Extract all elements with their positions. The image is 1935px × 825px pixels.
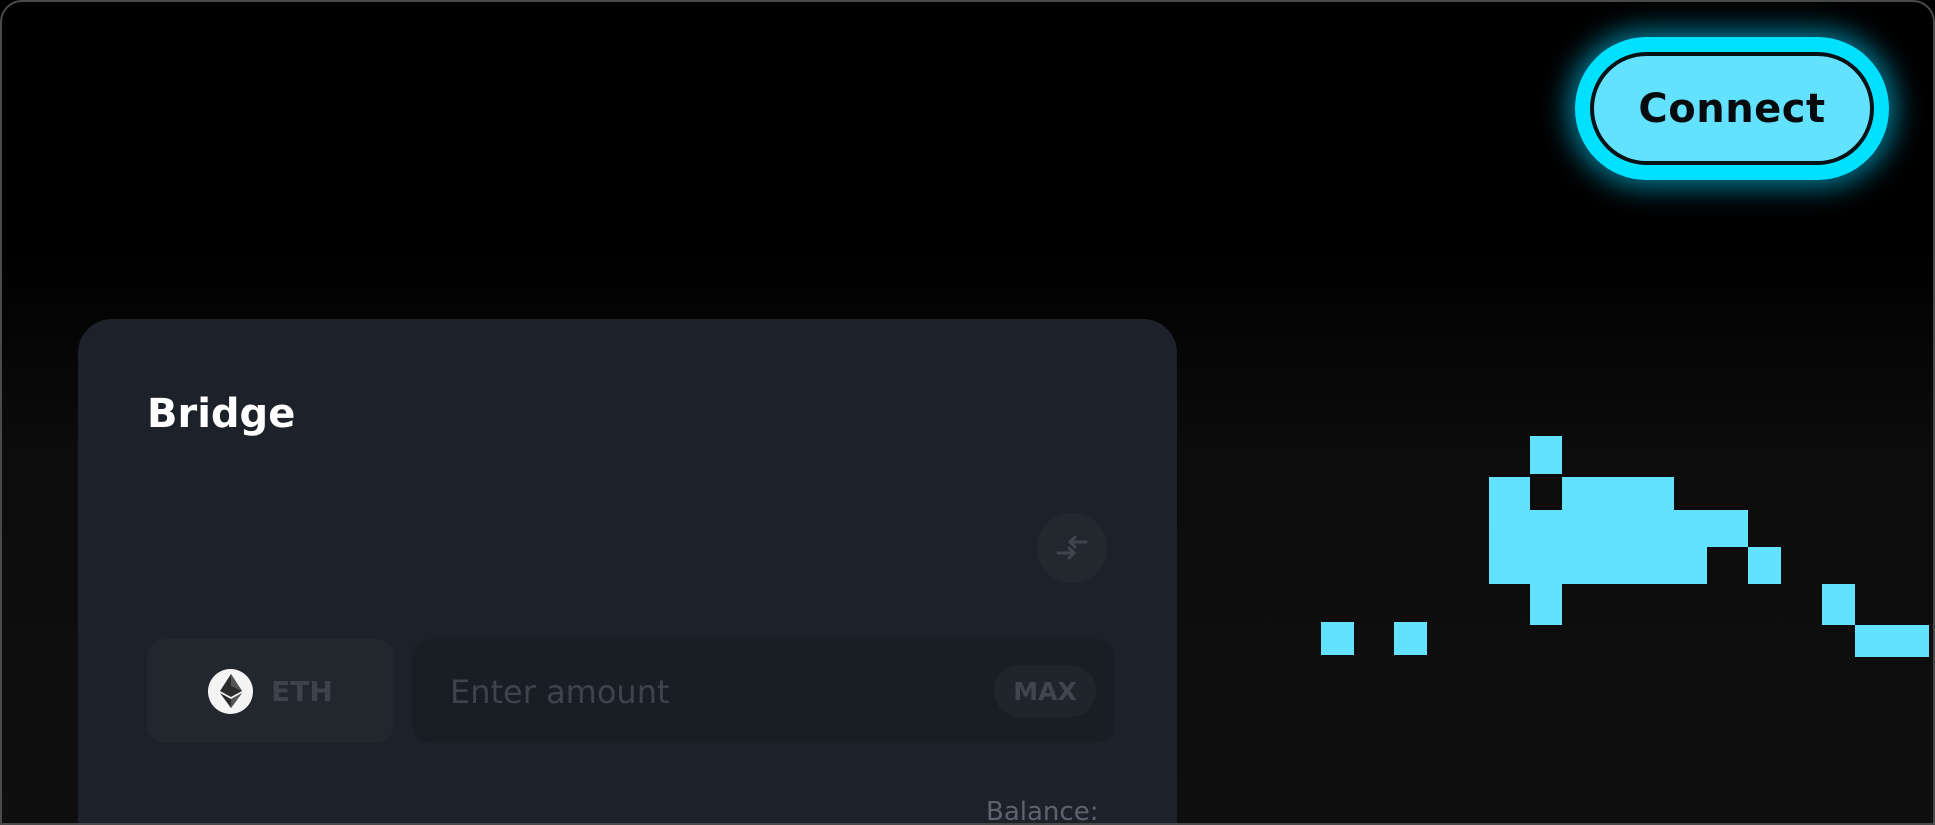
bridge-title: Bridge <box>147 391 296 437</box>
max-button[interactable]: MAX <box>994 665 1096 717</box>
app-page: Connect Bridge ETH Enter amount MAX Bala… <box>0 0 1935 825</box>
pixel-block <box>1562 477 1602 510</box>
swap-arrows-icon <box>1056 536 1088 560</box>
bridge-card: Bridge ETH Enter amount MAX Balance: <box>78 319 1177 825</box>
token-symbol: ETH <box>271 674 333 708</box>
pixel-block <box>1855 625 1929 657</box>
pixel-block <box>1530 436 1562 474</box>
ethereum-icon <box>208 668 254 714</box>
balance-label: Balance: <box>986 797 1099 825</box>
token-selector[interactable]: ETH <box>147 639 394 743</box>
pixel-block <box>1748 547 1781 584</box>
pixel-block <box>1394 622 1427 655</box>
amount-input[interactable] <box>448 639 972 745</box>
pixel-block <box>1822 584 1855 625</box>
pixel-block <box>1489 510 1707 584</box>
amount-field: MAX <box>412 639 1115 745</box>
pixel-block <box>1321 622 1354 655</box>
pixel-block <box>1530 584 1562 625</box>
connect-button[interactable]: Connect <box>1590 52 1874 165</box>
connect-button-glow: Connect <box>1575 37 1889 180</box>
swap-direction-button[interactable] <box>1037 513 1107 583</box>
